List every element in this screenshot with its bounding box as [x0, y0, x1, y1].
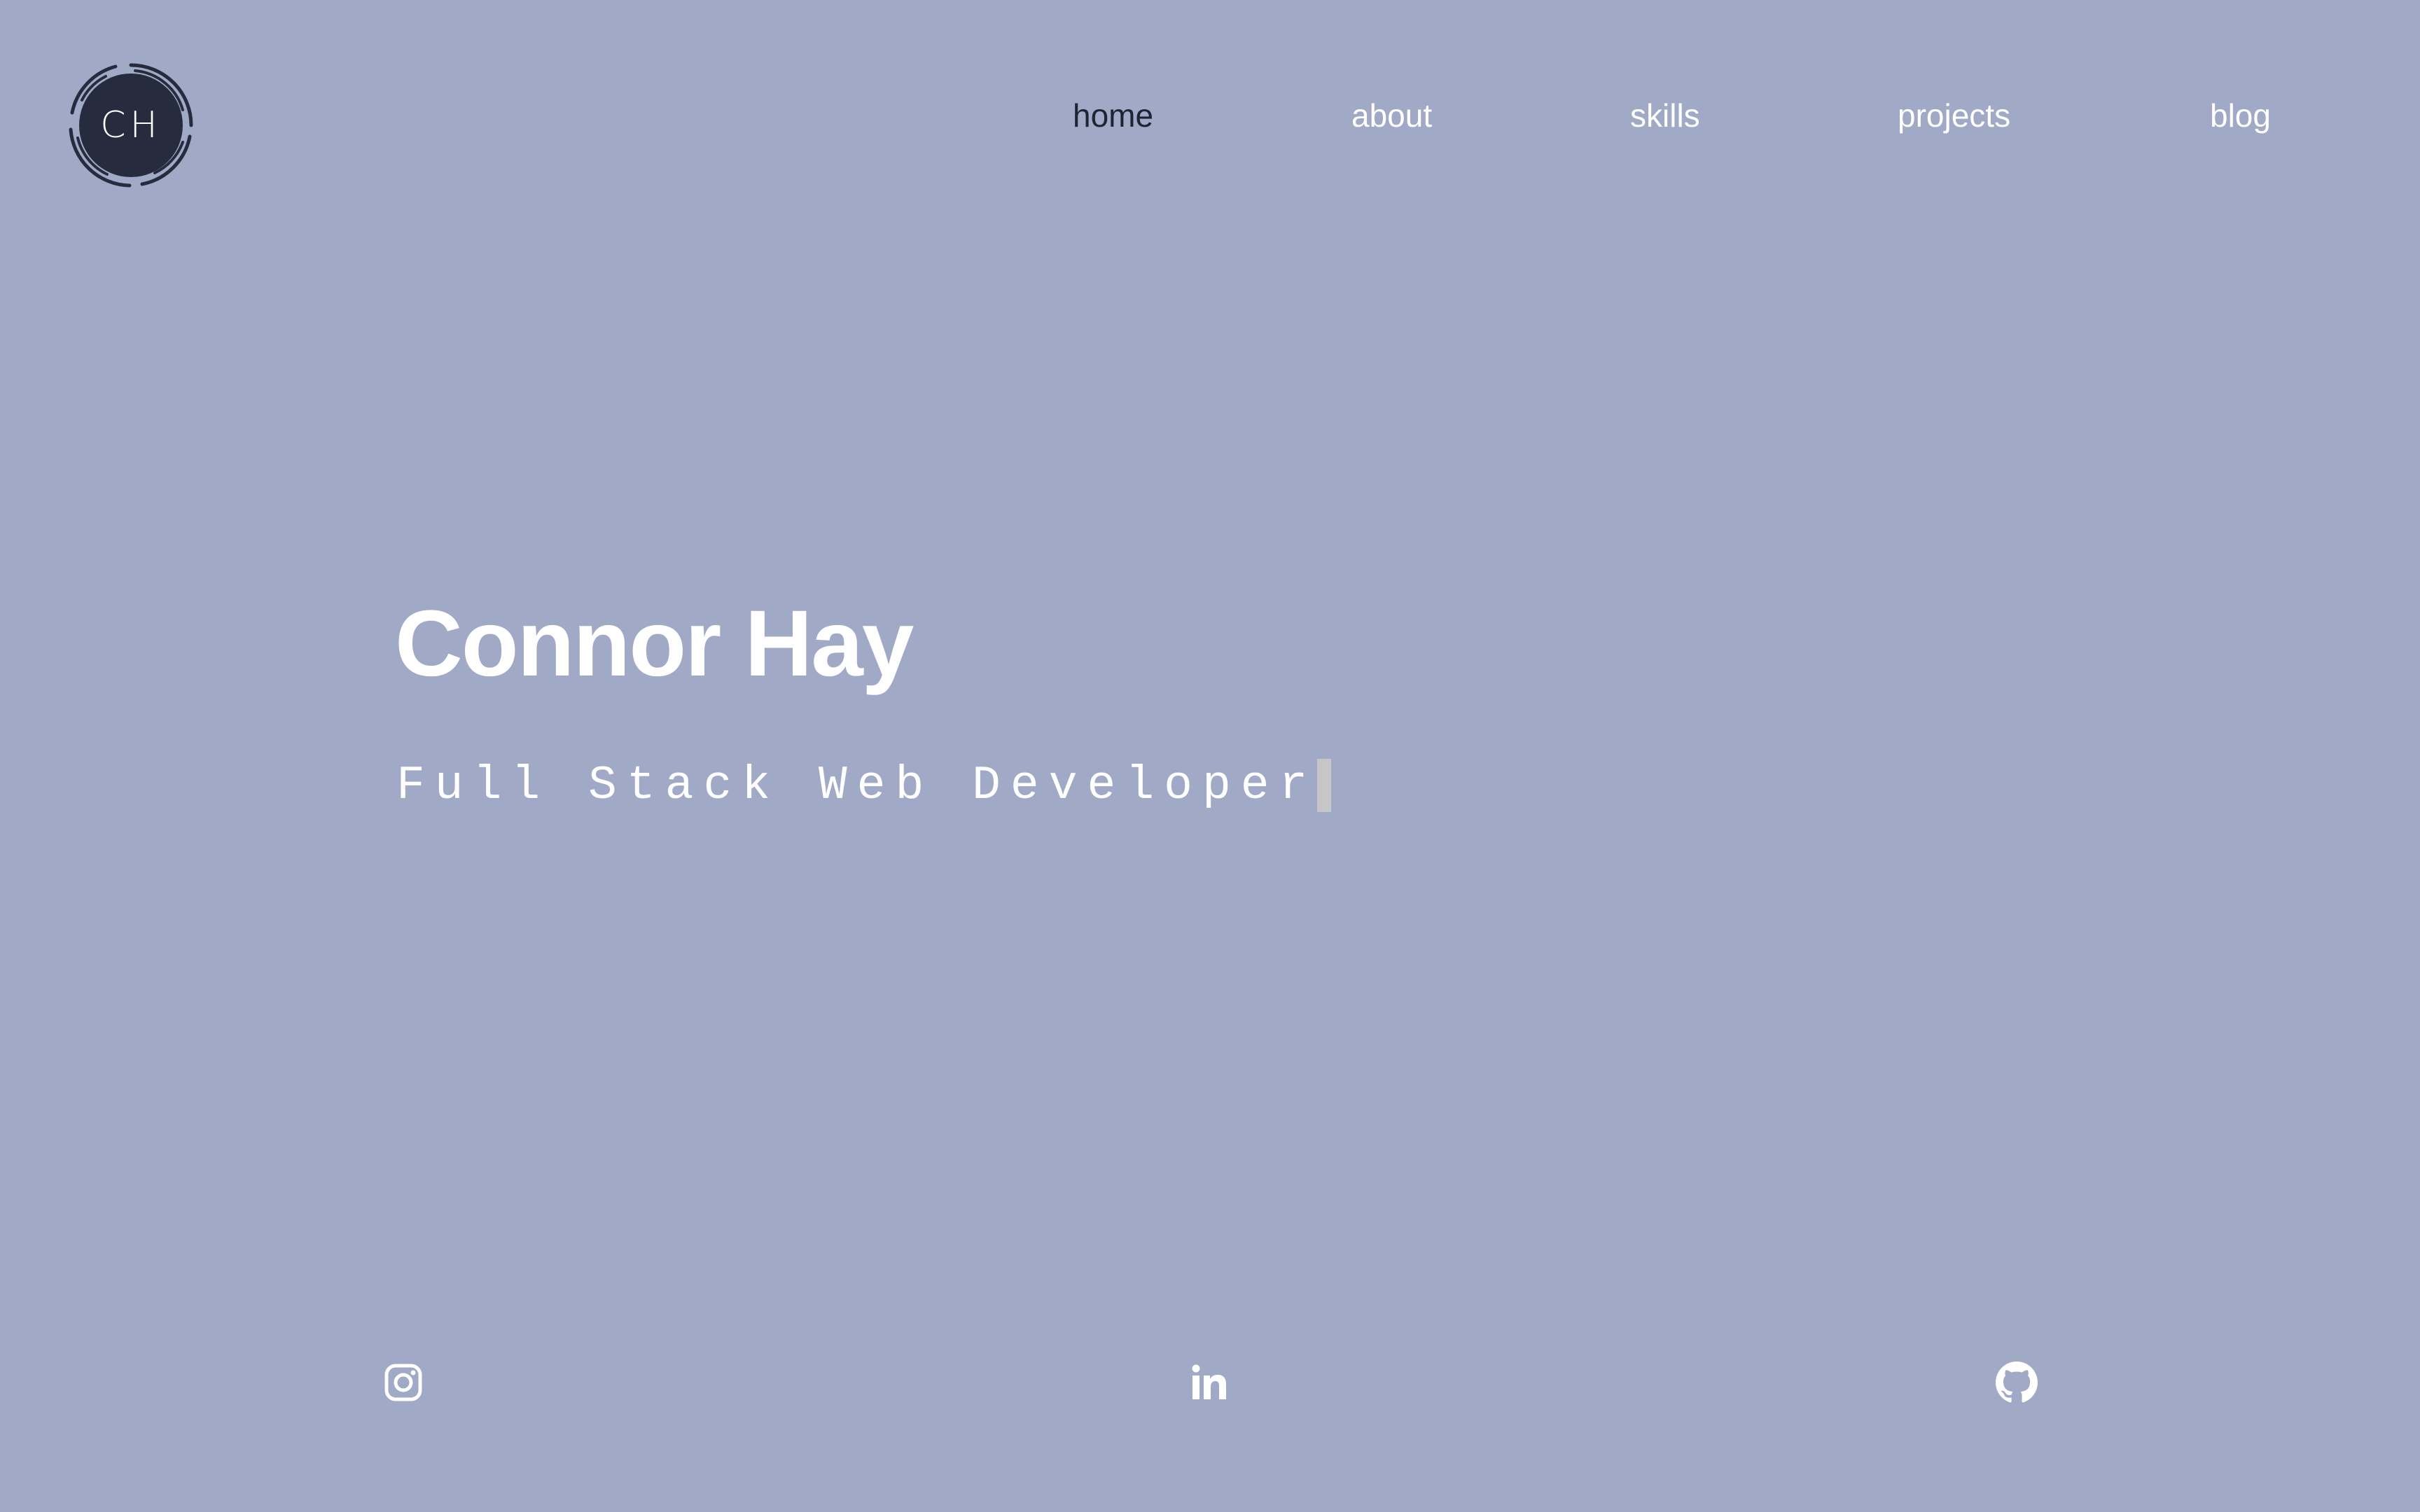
nav-item-blog[interactable]: blog — [2210, 91, 2271, 140]
main-nav: home about skills projects blog — [0, 91, 2420, 140]
nav-item-projects[interactable]: projects — [1898, 91, 2010, 140]
hero-role: Full Stack Web Developer — [396, 758, 1318, 813]
typing-cursor — [1317, 759, 1332, 812]
linkedin-icon — [1192, 1364, 1226, 1399]
github-link[interactable] — [1996, 1362, 2038, 1404]
nav-item-home[interactable]: home — [1073, 91, 1153, 140]
nav-item-about[interactable]: about — [1351, 91, 1432, 140]
hero-role-line: Full Stack Web Developer — [396, 756, 1332, 815]
instagram-link[interactable] — [382, 1362, 424, 1404]
instagram-icon — [384, 1364, 422, 1401]
linkedin-link[interactable] — [1188, 1362, 1230, 1404]
hero-name: Connor Hay — [395, 592, 914, 696]
nav-item-skills[interactable]: skills — [1630, 91, 1700, 140]
github-icon — [1996, 1362, 2038, 1403]
